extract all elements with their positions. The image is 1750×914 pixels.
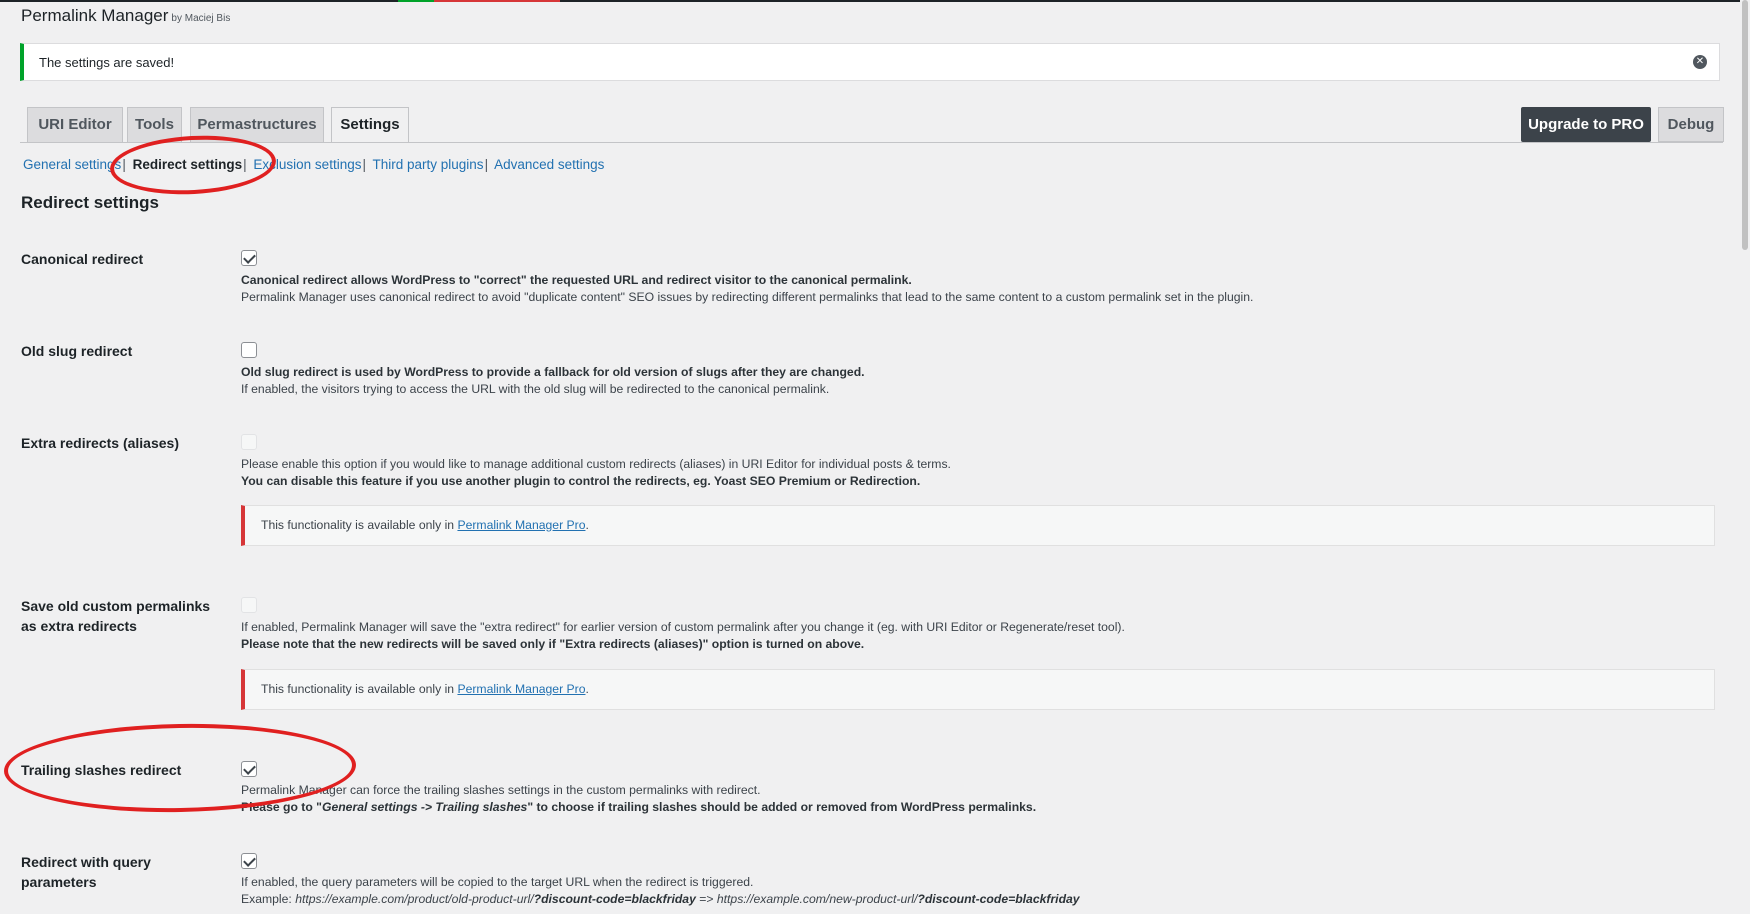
subnav-third-party-plugins[interactable]: Third party plugins bbox=[373, 157, 484, 172]
dismiss-notice-icon[interactable]: ✕ bbox=[1693, 55, 1707, 69]
redirect-query-params-label: Redirect with query parameters bbox=[21, 854, 151, 890]
extra-redirects-description: Please enable this option if you would l… bbox=[241, 457, 951, 488]
extra-redirects-label: Extra redirects (aliases) bbox=[21, 435, 179, 451]
author-byline: by Maciej Bis bbox=[171, 13, 231, 24]
pro-only-notice: This functionality is available only in … bbox=[241, 669, 1715, 710]
admin-top-strip bbox=[0, 0, 1750, 2]
tab-settings[interactable]: Settings bbox=[331, 107, 409, 143]
section-title: Redirect settings bbox=[21, 193, 159, 212]
tab-permastructures[interactable]: Permastructures bbox=[190, 107, 324, 142]
trailing-slashes-redirect-label: Trailing slashes redirect bbox=[21, 762, 182, 778]
canonical-redirect-description: Canonical redirect allows WordPress to "… bbox=[241, 273, 1254, 304]
settings-subnav: General settings| Redirect settings| Exc… bbox=[23, 157, 605, 172]
page-title: Permalink Manager by Maciej Bis bbox=[21, 6, 230, 26]
subnav-redirect-settings[interactable]: Redirect settings bbox=[133, 157, 243, 172]
debug-button[interactable]: Debug bbox=[1658, 107, 1724, 142]
permalink-manager-pro-link[interactable]: Permalink Manager Pro bbox=[457, 518, 585, 532]
canonical-redirect-checkbox[interactable] bbox=[241, 250, 257, 266]
tabs-divider bbox=[20, 142, 1723, 143]
save-old-permalinks-description: If enabled, Permalink Manager will save … bbox=[241, 620, 1125, 651]
subnav-general-settings[interactable]: General settings bbox=[23, 157, 121, 172]
tab-uri-editor[interactable]: URI Editor bbox=[27, 107, 123, 142]
old-slug-redirect-label: Old slug redirect bbox=[21, 343, 133, 359]
old-slug-redirect-checkbox[interactable] bbox=[241, 342, 257, 358]
scrollbar-thumb[interactable] bbox=[1742, 0, 1748, 250]
tab-tools[interactable]: Tools bbox=[127, 107, 182, 142]
pro-only-notice: This functionality is available only in … bbox=[241, 505, 1715, 546]
canonical-redirect-label: Canonical redirect bbox=[21, 251, 144, 267]
trailing-slashes-redirect-description: Permalink Manager can force the trailing… bbox=[241, 783, 1037, 814]
old-slug-redirect-description: Old slug redirect is used by WordPress t… bbox=[241, 365, 865, 396]
notice-message: The settings are saved! bbox=[39, 55, 175, 70]
page-scrollbar[interactable] bbox=[1740, 0, 1750, 914]
app-title: Permalink Manager bbox=[21, 6, 169, 25]
subnav-advanced-settings[interactable]: Advanced settings bbox=[494, 157, 604, 172]
settings-saved-notice: The settings are saved! ✕ bbox=[20, 43, 1720, 81]
permalink-manager-pro-link[interactable]: Permalink Manager Pro bbox=[457, 682, 585, 696]
save-old-permalinks-label: Save old custom permalinks as extra redir… bbox=[21, 598, 211, 634]
subnav-exclusion-settings[interactable]: Exclusion settings bbox=[253, 157, 361, 172]
redirect-query-params-checkbox[interactable] bbox=[241, 853, 257, 869]
extra-redirects-checkbox[interactable] bbox=[241, 434, 257, 450]
upgrade-to-pro-button[interactable]: Upgrade to PRO bbox=[1521, 107, 1651, 142]
redirect-query-params-description: If enabled, the query parameters will be… bbox=[241, 875, 1080, 906]
trailing-slashes-redirect-checkbox[interactable] bbox=[241, 761, 257, 777]
save-old-permalinks-checkbox[interactable] bbox=[241, 597, 257, 613]
